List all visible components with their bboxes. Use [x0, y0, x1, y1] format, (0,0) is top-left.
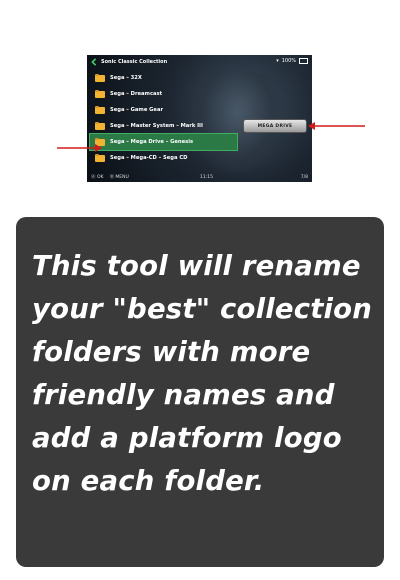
folder-row[interactable]: Sega – Game Gear — [90, 102, 237, 118]
folder-row[interactable]: Sega – Master System – Mark III — [90, 118, 237, 134]
bottom-bar: Ⓐ OK Ⓑ MENU 11:15 7/8 — [87, 172, 312, 182]
clock: 11:15 — [200, 174, 213, 180]
folder-icon — [95, 106, 105, 114]
folder-icon — [95, 74, 105, 82]
right-arrow-annotation — [308, 122, 365, 130]
folder-row-selected[interactable]: Sega – Mega Drive – Genesis — [89, 133, 238, 151]
folder-icon — [95, 122, 105, 130]
folder-label: Sega – 32X — [110, 75, 142, 81]
folder-row[interactable]: Sega – 32X — [90, 70, 237, 86]
info-text: This tool will rename your "best" collec… — [32, 250, 373, 497]
device-screenshot: Sonic Classic Collection ▾ 100% Sega – 3… — [87, 55, 312, 182]
platform-logo: MEGA DRIVE — [243, 119, 307, 133]
menu-hint: Ⓑ MENU — [109, 175, 129, 180]
folder-row[interactable]: Sega – Mega-CD – Sega CD — [90, 150, 237, 166]
folder-label: Sega – Dreamcast — [110, 91, 163, 97]
folder-icon — [95, 90, 105, 98]
status-area: ▾ 100% — [276, 58, 308, 64]
folder-label: Sega – Mega Drive – Genesis — [110, 139, 194, 145]
ok-hint: Ⓐ OK — [91, 175, 104, 180]
battery-percent: 100% — [281, 58, 296, 64]
battery-icon — [299, 58, 308, 64]
back-arrow-icon[interactable] — [90, 57, 98, 66]
page-indicator: 7/8 — [300, 174, 308, 180]
folder-list: Sega – 32X Sega – Dreamcast Sega – Game … — [89, 70, 238, 166]
folder-label: Sega – Game Gear — [110, 107, 163, 113]
info-card: This tool will rename your "best" collec… — [16, 217, 384, 567]
folder-label: Sega – Master System – Mark III — [110, 123, 203, 129]
left-arrow-annotation — [57, 144, 102, 152]
folder-icon — [95, 154, 105, 162]
top-bar: Sonic Classic Collection ▾ 100% — [87, 55, 312, 68]
folder-label: Sega – Mega-CD – Sega CD — [110, 155, 188, 161]
collection-title: Sonic Classic Collection — [101, 58, 168, 65]
folder-row[interactable]: Sega – Dreamcast — [90, 86, 237, 102]
wifi-icon: ▾ — [276, 58, 279, 64]
